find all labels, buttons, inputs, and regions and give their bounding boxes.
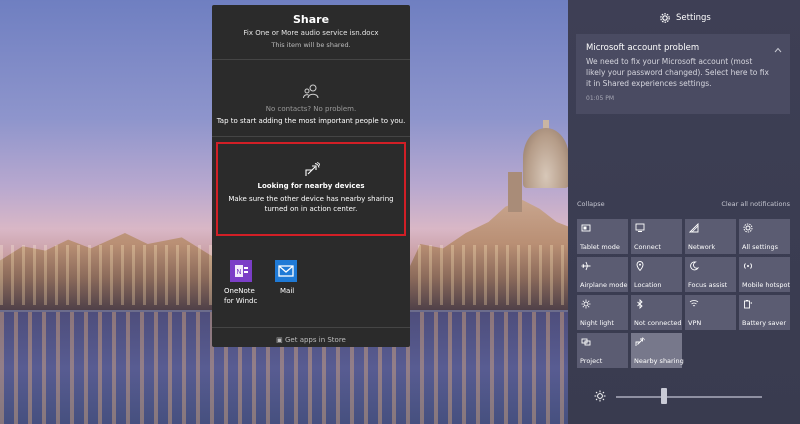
quick-action-tablet-mode[interactable]: Tablet mode [577,219,628,254]
divider [212,327,410,328]
quick-action-airplane-mode[interactable]: Airplane mode [577,257,628,292]
vpn-icon [689,300,699,307]
nearby-devices-section[interactable]: Looking for nearby devices Make sure the… [216,142,406,236]
church-dome [523,128,569,188]
quick-action-label: Mobile hotspot [742,281,791,289]
quick-action-focus-assist[interactable]: Focus assist [685,257,736,292]
onenote-icon: N [235,265,248,277]
quick-action-project[interactable]: Project [577,333,628,368]
quick-action-label: Network [688,243,716,251]
add-contacts-link[interactable]: Tap to start adding the most important p… [212,117,410,125]
action-center: Settings Microsoft account problem We ne… [568,0,800,424]
night-light-icon [581,299,591,309]
quick-action-bluetooth[interactable]: Not connected [631,295,682,330]
share-title: Share [292,13,330,26]
quick-action-connect[interactable]: Connect [631,219,682,254]
mail-app-label: Mail [280,287,295,295]
divider [212,59,410,60]
brightness-icon [594,390,606,402]
quick-action-location[interactable]: Location [631,257,682,292]
project-icon [581,338,591,346]
hotspot-icon [744,263,752,269]
nearby-devices-heading: Looking for nearby devices [257,182,365,190]
quick-action-vpn[interactable]: VPN [685,295,736,330]
nearby-devices-description: Make sure the other device has nearby sh… [228,195,394,213]
collapse-link[interactable]: Collapse [577,200,605,208]
brightness-slider-thumb[interactable] [661,388,668,404]
get-apps-in-store-link[interactable]: ▣ Get apps in Store [212,336,410,344]
notification-title: Microsoft account problem [586,43,700,53]
quick-action-all-settings[interactable]: All settings [739,219,790,254]
share-note: This item will be shared. [271,41,351,49]
quick-action-label: Focus assist [688,281,728,289]
gear-icon [743,223,753,233]
quick-action-night-light[interactable]: Night light [577,295,628,330]
quick-action-label: Location [634,281,662,289]
bluetooth-icon [637,299,643,309]
quick-action-label: Tablet mode [580,243,620,251]
onenote-app-tile[interactable]: N [230,260,252,282]
no-contacts-heading: No contacts? No problem. [265,105,357,113]
gear-icon [660,13,670,23]
app-label-line: for Windc [224,297,258,305]
connect-icon [635,223,645,232]
notification-body: We need to fix your Microsoft account (m… [586,57,769,88]
mail-icon [278,265,294,277]
airplane-icon [581,261,591,271]
quick-action-label: Not connected [634,319,682,327]
store-icon: ▣ [276,336,283,344]
quick-action-label: Airplane mode [580,281,628,289]
quick-action-label: Connect [634,243,661,251]
onenote-app-label: OneNote for Windc [224,286,257,306]
quick-action-label: Project [580,357,603,365]
brightness-slider-track[interactable] [616,396,762,398]
battery-saver-icon [744,300,752,309]
nearby-sharing-icon [635,337,645,346]
chevron-up-icon[interactable] [774,46,782,54]
nearby-sharing-icon [305,162,320,176]
shared-file-name: Fix One or More audio service isn.docx [243,29,379,37]
quick-action-label: Night light [580,319,614,327]
quick-action-label: Nearby sharing [634,357,684,365]
svg-text:N: N [236,268,241,276]
notification-time: 01:05 PM [586,95,614,102]
divider [212,136,410,137]
contacts-icon[interactable] [303,83,319,99]
app-label-line: OneNote [224,287,255,295]
quick-action-label: VPN [688,319,702,327]
clear-all-notifications-link[interactable]: Clear all notifications [721,200,790,208]
quick-action-battery-saver[interactable]: Battery saver [739,295,790,330]
network-icon [689,223,699,233]
quick-action-nearby-sharing[interactable]: Nearby sharing [631,333,684,368]
quick-action-label: All settings [742,243,779,251]
location-icon [636,261,644,271]
quick-action-network[interactable]: Network [685,219,736,254]
notification-card[interactable]: Microsoft account problem We need to fix… [576,34,790,114]
settings-label: Settings [676,13,711,23]
quick-action-mobile-hotspot[interactable]: Mobile hotspot [739,257,790,292]
mail-app-tile[interactable] [275,260,297,282]
store-link-label: Get apps in Store [285,336,346,344]
tablet-mode-icon [581,224,591,232]
moon-icon [690,261,699,271]
quick-action-label: Battery saver [742,319,787,327]
tower [508,172,522,212]
